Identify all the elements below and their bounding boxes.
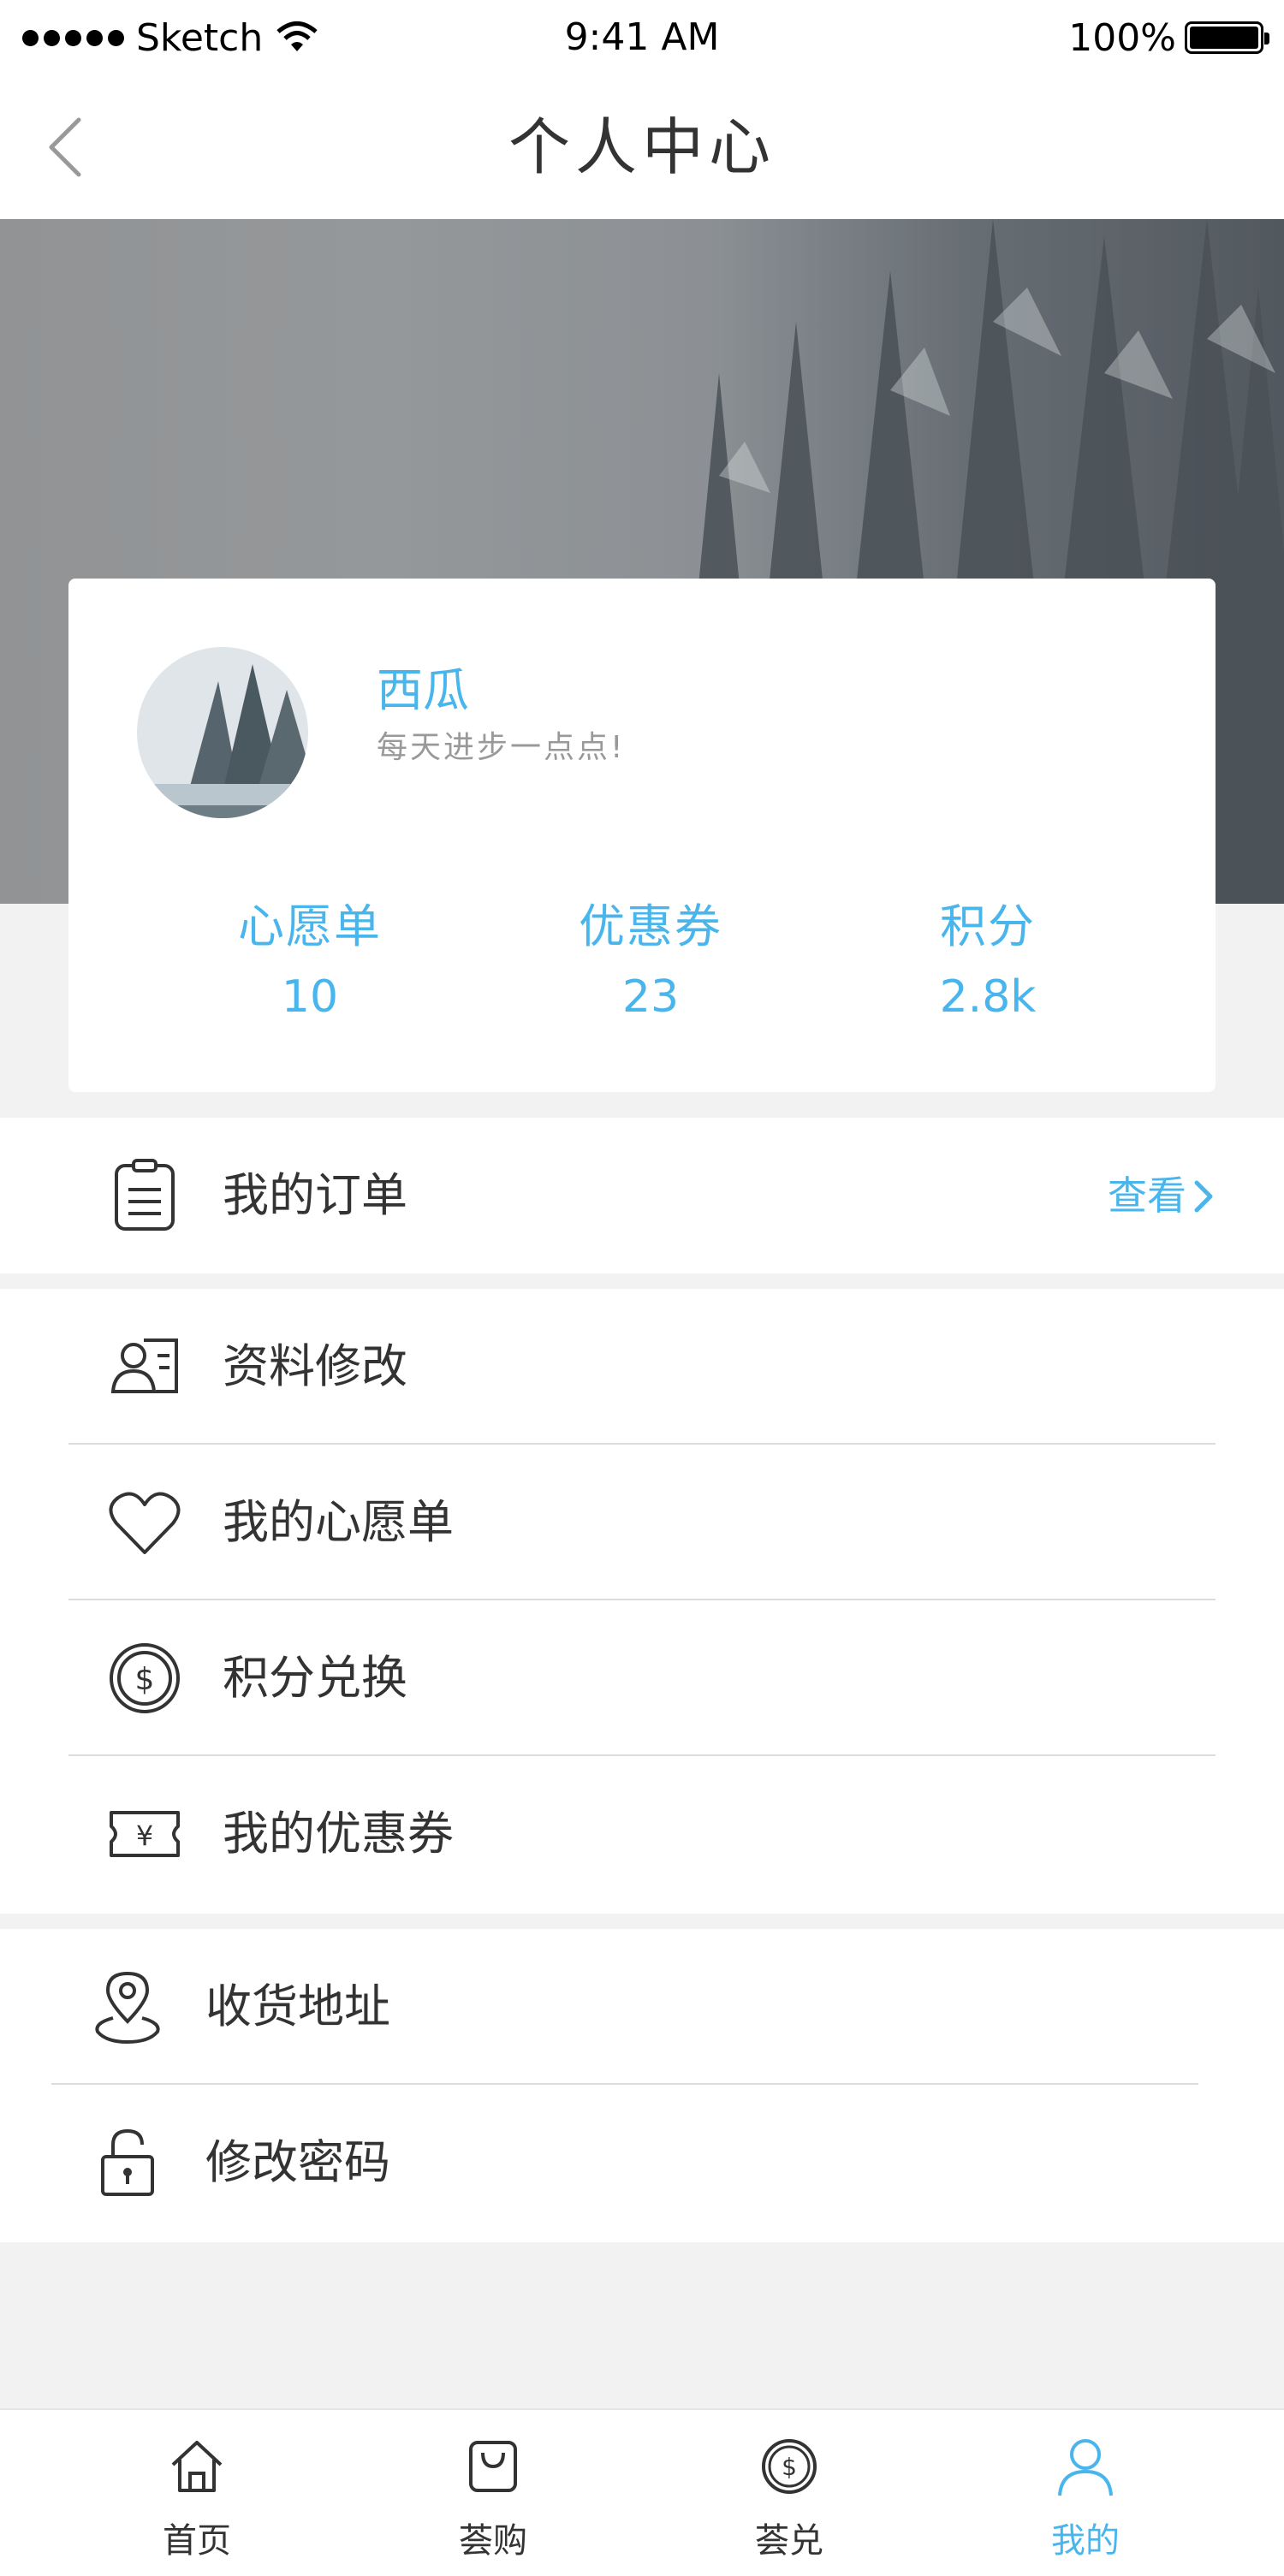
clipboard-icon [115,1159,175,1231]
tab-label: 荟兑 [755,2521,823,2561]
menu-item-address[interactable]: 收货地址 [0,1929,1284,2085]
stat-label: 心愿单 [238,899,382,953]
menu-item-edit-profile[interactable]: 资料修改 [0,1289,1284,1445]
stat-value: 10 [281,971,339,1023]
svg-text:$: $ [782,2453,797,2481]
stat-wishlist[interactable]: 心愿单 10 [181,888,438,1023]
menu-item-label: 收货地址 [205,1979,390,2033]
tab-label: 荟购 [459,2521,527,2561]
user-icon [1058,2439,1113,2496]
tab-shop[interactable]: 荟购 [407,2410,579,2576]
location-pin-icon [95,1971,160,2045]
stat-label: 积分 [940,899,1036,953]
menu-item-label: 我的心愿单 [223,1495,454,1549]
my-orders-label: 我的订单 [223,1168,407,1222]
nav-bar: 个人中心 [0,75,1284,219]
shopping-bag-icon [469,2441,517,2492]
menu-item-label: 修改密码 [205,2135,390,2189]
home-icon [171,2441,223,2492]
stat-value: 23 [621,971,680,1023]
battery-percent: 100% [1068,15,1176,60]
stat-value: 2.8k [939,971,1037,1023]
stat-label: 优惠券 [579,899,722,953]
stat-coupons[interactable]: 优惠券 23 [522,888,779,1023]
user-name: 西瓜 [377,663,469,717]
heart-icon [109,1492,181,1554]
menu-item-label: 积分兑换 [223,1651,407,1705]
tab-exchange[interactable]: $ 荟兑 [704,2410,875,2576]
coin-icon: $ [762,2439,817,2494]
id-card-icon [110,1338,178,1393]
menu-group-1: 资料修改 我的心愿单 $ 积分兑换 ¥ 我的优惠券 [0,1289,1284,1914]
menu-group-2: 收货地址 修改密码 [0,1929,1284,2242]
battery-icon [1185,21,1269,54]
stat-points[interactable]: 积分 2.8k [859,888,1116,1023]
menu-item-wishlist[interactable]: 我的心愿单 [0,1445,1284,1600]
tab-label: 我的 [1051,2521,1120,2561]
orders-section: 我的订单 查看 [0,1118,1284,1273]
my-orders-row[interactable]: 我的订单 查看 [0,1118,1284,1273]
avatar-image [137,647,308,818]
profile-card: 西瓜 每天进步一点点! 心愿单 10 优惠券 23 积分 2.8k [68,579,1216,1092]
page-title: 个人中心 [508,111,776,183]
menu-item-points-exchange[interactable]: $ 积分兑换 [0,1600,1284,1756]
svg-text:¥: ¥ [136,1819,153,1852]
menu-item-label: 资料修改 [223,1339,407,1393]
tab-home[interactable]: 首页 [111,2410,282,2576]
coin-icon: $ [110,1643,180,1713]
avatar[interactable] [137,647,308,818]
menu-item-coupons[interactable]: ¥ 我的优惠券 [0,1756,1284,1912]
tab-bar: 首页 荟购 $ 荟兑 我的 [0,2408,1284,2576]
menu-item-change-password[interactable]: 修改密码 [0,2085,1284,2241]
status-bar: Sketch 9:41 AM 100% [0,0,1284,75]
view-orders-link[interactable]: 查看 [1108,1118,1186,1273]
user-motto: 每天进步一点点! [377,730,626,765]
menu-item-label: 我的优惠券 [223,1807,454,1861]
tab-label: 首页 [163,2521,231,2561]
chevron-right-icon [1194,1180,1213,1213]
tab-profile[interactable]: 我的 [1000,2410,1171,2576]
battery-info: 100% [1068,0,1269,75]
lock-icon [101,2128,154,2196]
svg-text:$: $ [135,1662,155,1697]
ticket-icon: ¥ [110,1811,180,1857]
